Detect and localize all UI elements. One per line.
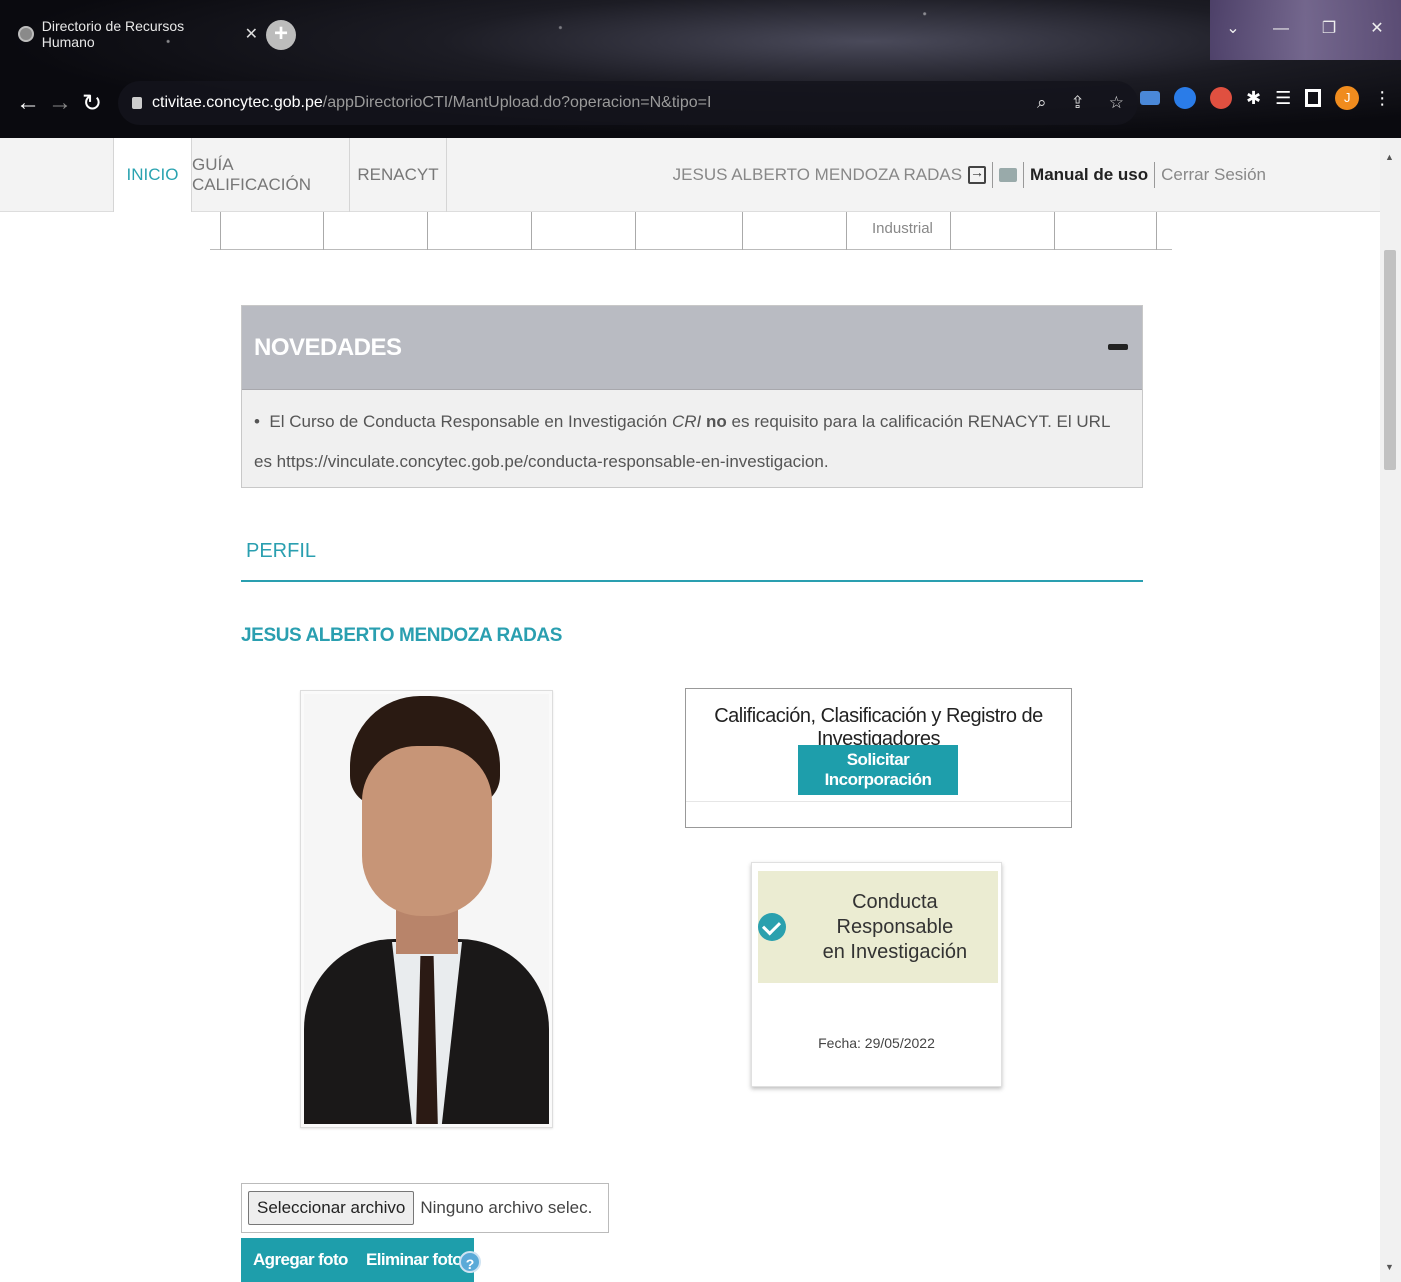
novedades-title: NOVEDADES <box>254 333 402 361</box>
extension-shazam-icon[interactable] <box>1174 87 1196 109</box>
subtab-divider <box>1054 212 1055 250</box>
remove-photo-button[interactable]: Eliminar foto <box>354 1238 475 1282</box>
profile-photo <box>300 690 553 1128</box>
back-icon[interactable]: ← <box>12 89 44 117</box>
help-icon[interactable]: ? <box>459 1251 481 1273</box>
scroll-up-icon[interactable]: ▲ <box>1385 152 1394 162</box>
subtab-divider <box>635 212 636 250</box>
omnibox-actions: ⌕ ⇪ ☆ <box>1037 81 1124 125</box>
file-status: Ninguno archivo selec. <box>420 1198 593 1217</box>
collapse-icon[interactable] <box>1108 344 1128 350</box>
novedades-body: • El Curso de Conducta Responsable en In… <box>242 390 1142 494</box>
forward-icon[interactable]: → <box>44 89 76 117</box>
zoom-icon[interactable]: ⌕ <box>1037 93 1047 113</box>
divider <box>1023 162 1025 188</box>
tab-title: Directorio de Recursos Humano <box>41 18 185 50</box>
profile-exit-icon[interactable] <box>968 164 987 184</box>
add-photo-button[interactable]: Agregar foto <box>241 1238 360 1282</box>
cri-card: Conducta Responsable en Investigación Fe… <box>751 862 1002 1087</box>
tab-inicio[interactable]: INICIO <box>113 138 192 212</box>
bullet: • <box>254 412 270 431</box>
tab-renacyt[interactable]: RENACYT <box>350 138 447 212</box>
reading-list-icon[interactable]: ☰ <box>1275 88 1291 109</box>
side-panel-icon[interactable] <box>1305 89 1322 107</box>
tab-guia-label: GUÍA CALIFICACIÓN <box>192 155 312 194</box>
logout-link[interactable]: Cerrar Sesión <box>1161 165 1266 185</box>
subtab-divider <box>742 212 743 250</box>
window-controls: ⌄ — ❐ ✕ <box>1209 14 1401 44</box>
extension-block-icon[interactable] <box>1210 87 1232 109</box>
check-circle-icon <box>758 913 786 941</box>
scroll-down-icon[interactable]: ▼ <box>1385 1262 1394 1272</box>
subtab-divider <box>950 212 951 250</box>
url-path: /appDirectorioCTI/MantUpload.do?operacio… <box>322 94 712 111</box>
perfil-section-title: PERFIL <box>246 540 317 562</box>
sub-tabs: Industrial <box>210 212 1172 250</box>
tab-search-icon[interactable]: ⌄ <box>1209 14 1257 44</box>
browser-chrome: Directorio de Recursos Humano ✕ + ⌄ — ❐ … <box>0 0 1401 138</box>
page-scrollbar[interactable]: ▲ ▼ <box>1380 138 1401 1282</box>
tab-renacyt-label: RENACYT <box>357 165 439 184</box>
close-window-button[interactable]: ✕ <box>1353 14 1401 44</box>
profile-avatar[interactable]: J <box>1335 86 1360 110</box>
new-tab-button[interactable]: + <box>266 20 296 50</box>
tab-inicio-label: INICIO <box>126 165 179 184</box>
reload-icon[interactable]: ↻ <box>76 89 108 118</box>
extension-mail-icon[interactable] <box>1140 91 1160 105</box>
url-host: ctivitae.concytec.gob.pe <box>152 94 323 111</box>
share-icon[interactable]: ⇪ <box>1071 93 1085 113</box>
manual-link[interactable]: Manual de uso <box>1030 165 1148 185</box>
perfil-divider <box>241 580 1143 582</box>
calificacion-box: Calificación, Clasificación y Registro d… <box>685 688 1072 828</box>
subtab-divider <box>1156 212 1157 250</box>
mail-icon[interactable] <box>999 168 1018 182</box>
profile-user-name: JESUS ALBERTO MENDOZA RADAS <box>241 625 563 646</box>
extensions-bar: ✱ ☰ J ⋮ <box>1140 86 1391 110</box>
user-area: JESUS ALBERTO MENDOZA RADAS Manual de us… <box>673 138 1266 212</box>
globe-icon <box>18 26 34 42</box>
subtab-industrial[interactable]: Industrial <box>872 220 933 237</box>
cri-badge-text: Conducta Responsable en Investigación <box>792 890 998 965</box>
select-file-button[interactable]: Seleccionar archivo <box>248 1191 415 1225</box>
extensions-puzzle-icon[interactable]: ✱ <box>1246 88 1261 109</box>
divider <box>992 162 994 188</box>
cri-date: Fecha: 29/05/2022 <box>818 1035 935 1051</box>
subtab-divider <box>531 212 532 250</box>
cri-badge[interactable]: Conducta Responsable en Investigación <box>758 871 998 983</box>
lock-icon[interactable] <box>132 97 142 109</box>
novedades-text-prefix: El Curso de Conducta Responsable en Inve… <box>269 412 672 431</box>
subtab-divider <box>323 212 324 250</box>
profile-photo-image <box>304 694 549 1124</box>
novedades-header[interactable]: NOVEDADES <box>242 306 1142 390</box>
browser-tab[interactable]: Directorio de Recursos Humano ✕ <box>18 14 258 54</box>
subtab-divider <box>427 212 428 250</box>
cri-line2: en Investigación <box>822 940 968 963</box>
cri-line1: Conducta Responsable <box>836 890 954 938</box>
novedades-panel: NOVEDADES • El Curso de Conducta Respons… <box>241 305 1143 488</box>
divider <box>1154 162 1156 188</box>
solicitar-incorporacion-button[interactable]: Solicitar Incorporación <box>798 745 958 795</box>
subtab-divider <box>220 212 221 250</box>
scroll-thumb[interactable] <box>1384 250 1396 470</box>
subtab-divider <box>846 212 847 250</box>
bookmark-star-icon[interactable]: ☆ <box>1109 93 1124 113</box>
site-navigation: INICIO GUÍA CALIFICACIÓN RENACYT JESUS A… <box>0 138 1380 212</box>
address-bar[interactable]: ctivitae.concytec.gob.pe/appDirectorioCT… <box>118 81 1138 125</box>
close-tab-icon[interactable]: ✕ <box>245 24 258 44</box>
restore-button[interactable]: ❐ <box>1305 14 1353 44</box>
novedades-text-italic: CRI <box>672 412 702 431</box>
tab-guia-calificacion[interactable]: GUÍA CALIFICACIÓN <box>192 138 350 212</box>
minimize-button[interactable]: — <box>1257 14 1305 44</box>
divider <box>686 801 1071 802</box>
photo-face <box>362 746 492 916</box>
photo-file-input[interactable]: Seleccionar archivo Ninguno archivo sele… <box>241 1183 609 1233</box>
user-name-link[interactable]: JESUS ALBERTO MENDOZA RADAS <box>673 165 962 185</box>
novedades-text-bold: no <box>706 412 727 431</box>
browser-menu-icon[interactable]: ⋮ <box>1373 88 1391 109</box>
